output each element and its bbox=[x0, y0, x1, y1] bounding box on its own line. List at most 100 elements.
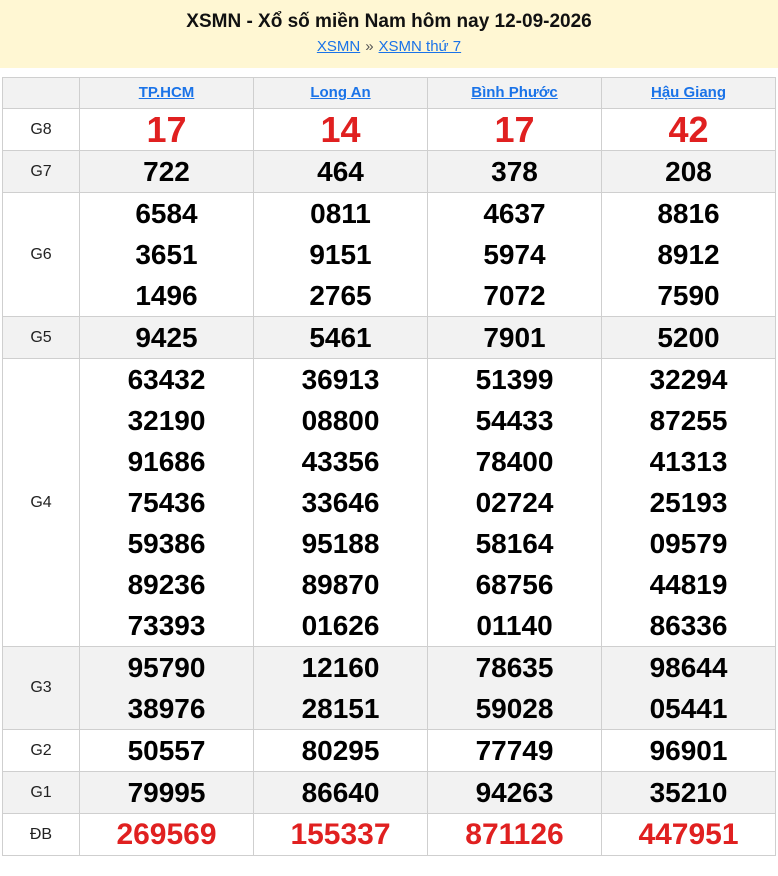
province-link[interactable]: Hậu Giang bbox=[651, 84, 726, 101]
result-cell: 17 bbox=[427, 108, 602, 151]
prize-label: G8 bbox=[2, 108, 80, 151]
result-number: 14 bbox=[320, 109, 361, 150]
result-number: 378 bbox=[491, 156, 538, 187]
result-cell: 80295 bbox=[253, 729, 428, 772]
result-cell: 871126 bbox=[427, 813, 602, 856]
result-cell: 94263 bbox=[427, 771, 602, 814]
result-cell: 8816 8912 7590 bbox=[601, 192, 776, 317]
breadcrumb-link-xsmn[interactable]: XSMN bbox=[317, 38, 360, 55]
result-number: 38976 bbox=[127, 693, 206, 724]
result-cell: 12160 28151 bbox=[253, 646, 428, 730]
result-number: 0811 bbox=[310, 198, 371, 229]
result-number: 96901 bbox=[649, 735, 728, 766]
province-link[interactable]: Bình Phước bbox=[471, 84, 558, 101]
result-number: 59386 bbox=[127, 528, 206, 559]
result-number: 89870 bbox=[301, 569, 380, 600]
result-number: 94263 bbox=[475, 777, 554, 808]
prize-row: G8 17 14 17 42 bbox=[2, 108, 776, 151]
result-number: 35210 bbox=[649, 777, 728, 808]
result-number: 5200 bbox=[657, 322, 720, 353]
page-title: XSMN - Xổ số miền Nam hôm nay 12-09-2026 bbox=[186, 11, 592, 32]
result-number: 7901 bbox=[483, 322, 546, 353]
result-number: 80295 bbox=[301, 735, 380, 766]
result-number: 78400 bbox=[475, 446, 554, 477]
result-cell: 5461 bbox=[253, 316, 428, 359]
result-cell: 63432 32190 91686 75436 59386 89236 73393 bbox=[79, 358, 254, 647]
result-number: 7072 bbox=[483, 280, 546, 311]
result-cell: 155337 bbox=[253, 813, 428, 856]
result-cell: 447951 bbox=[601, 813, 776, 856]
result-number: 7590 bbox=[657, 280, 720, 311]
prize-row: G3 95790 38976 12160 28151 78635 59028 98644 054… bbox=[2, 646, 776, 730]
prize-label: G1 bbox=[2, 771, 80, 814]
result-cell: 378 bbox=[427, 150, 602, 193]
result-number: 32190 bbox=[127, 405, 206, 436]
breadcrumb-link-xsmn-thu-7[interactable]: XSMN thứ 7 bbox=[379, 38, 462, 55]
province-header: Bình Phước bbox=[427, 77, 602, 109]
result-number: 9425 bbox=[135, 322, 198, 353]
result-cell: 9425 bbox=[79, 316, 254, 359]
result-cell: 17 bbox=[79, 108, 254, 151]
result-number: 722 bbox=[143, 156, 190, 187]
prize-row: ĐB 269569 155337 871126 447951 bbox=[2, 813, 776, 856]
province-header: Hậu Giang bbox=[601, 77, 776, 109]
result-cell: 98644 05441 bbox=[601, 646, 776, 730]
result-number: 02724 bbox=[475, 487, 554, 518]
result-number: 6584 bbox=[135, 198, 198, 229]
result-cell: 32294 87255 41313 25193 09579 44819 86336 bbox=[601, 358, 776, 647]
result-cell: 35210 bbox=[601, 771, 776, 814]
result-number: 12160 bbox=[301, 652, 380, 683]
result-number: 8912 bbox=[657, 239, 720, 270]
breadcrumb: XSMN » XSMN thứ 7 bbox=[0, 38, 778, 55]
province-link[interactable]: TP.HCM bbox=[139, 84, 195, 101]
result-number: 95790 bbox=[127, 652, 206, 683]
result-number: 58164 bbox=[475, 528, 554, 559]
result-number: 9151 bbox=[309, 239, 372, 270]
result-number: 68756 bbox=[475, 569, 554, 600]
result-number: 3651 bbox=[135, 239, 198, 270]
corner-cell bbox=[2, 77, 80, 109]
result-number: 89236 bbox=[127, 569, 206, 600]
prize-row: G4 63432 32190 91686 75436 59386 89236 73393 369… bbox=[2, 358, 776, 647]
prize-row: G6 6584 3651 1496 0811 9151 2765 4637 5974 7072 88… bbox=[2, 192, 776, 317]
result-number: 17 bbox=[494, 109, 535, 150]
result-number: 5461 bbox=[309, 322, 372, 353]
result-number: 86336 bbox=[649, 610, 728, 641]
result-number: 155337 bbox=[290, 818, 391, 851]
prize-row: G5 9425 5461 7901 5200 bbox=[2, 316, 776, 359]
result-cell: 722 bbox=[79, 150, 254, 193]
breadcrumb-separator: » bbox=[365, 38, 374, 55]
result-cell: 42 bbox=[601, 108, 776, 151]
result-number: 8816 bbox=[657, 198, 720, 229]
prize-label: G2 bbox=[2, 729, 80, 772]
result-number: 08800 bbox=[301, 405, 380, 436]
result-number: 87255 bbox=[649, 405, 728, 436]
prize-row: G2 50557 80295 77749 96901 bbox=[2, 729, 776, 772]
result-number: 44819 bbox=[649, 569, 728, 600]
result-cell: 208 bbox=[601, 150, 776, 193]
prize-label: ĐB bbox=[2, 813, 80, 856]
result-number: 269569 bbox=[116, 818, 217, 851]
result-cell: 0811 9151 2765 bbox=[253, 192, 428, 317]
prize-label: G7 bbox=[2, 150, 80, 193]
result-number: 43356 bbox=[301, 446, 380, 477]
result-cell: 77749 bbox=[427, 729, 602, 772]
prize-label: G5 bbox=[2, 316, 80, 359]
province-header: TP.HCM bbox=[79, 77, 254, 109]
prize-row: G1 79995 86640 94263 35210 bbox=[2, 771, 776, 814]
result-number: 33646 bbox=[301, 487, 380, 518]
result-number: 78635 bbox=[475, 652, 554, 683]
result-number: 32294 bbox=[649, 364, 728, 395]
province-link[interactable]: Long An bbox=[310, 84, 370, 101]
result-number: 42 bbox=[668, 109, 709, 150]
result-number: 73393 bbox=[127, 610, 206, 641]
result-number: 75436 bbox=[127, 487, 206, 518]
result-cell: 96901 bbox=[601, 729, 776, 772]
result-number: 79995 bbox=[127, 777, 206, 808]
result-cell: 50557 bbox=[79, 729, 254, 772]
result-number: 36913 bbox=[301, 364, 380, 395]
page-header: XSMN - Xổ số miền Nam hôm nay 12-09-2026… bbox=[0, 0, 778, 68]
result-number: 01140 bbox=[476, 610, 553, 641]
result-number: 95188 bbox=[301, 528, 380, 559]
result-number: 50557 bbox=[127, 735, 206, 766]
